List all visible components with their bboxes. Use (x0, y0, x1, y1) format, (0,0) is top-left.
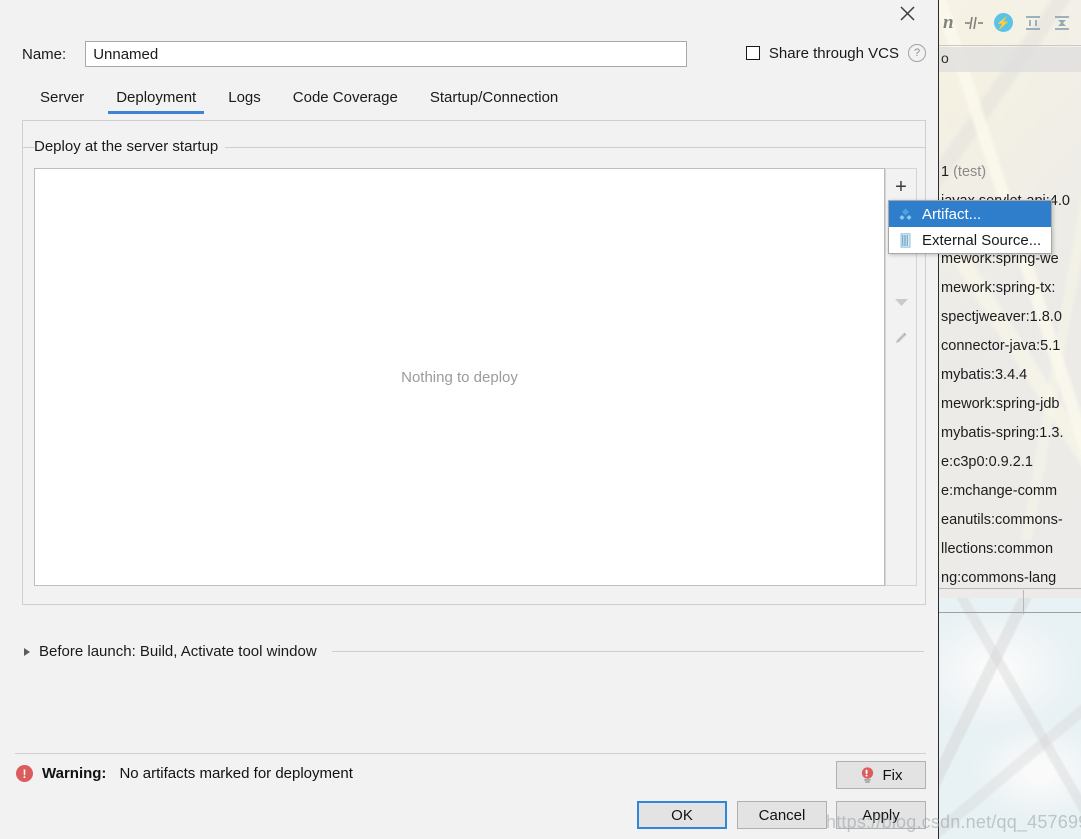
deployment-list[interactable]: Nothing to deploy (34, 168, 885, 586)
ide-top-text: o (941, 50, 949, 66)
ide-dependency-text: connector-java:5.1 (941, 338, 1061, 354)
lightning-bolt-icon[interactable]: ⚡ (993, 13, 1013, 32)
edit-button[interactable] (886, 323, 916, 355)
share-through-vcs-checkbox[interactable] (745, 46, 760, 60)
share-through-vcs-row: Share through VCS ? (745, 44, 926, 62)
menu-item-external-source[interactable]: External Source... (889, 227, 1051, 253)
ide-dependency-row: eanutils:commons- (941, 506, 1081, 535)
tab-logs[interactable]: Logs (212, 89, 277, 114)
add-popup-menu: Artifact... External Source... (888, 200, 1052, 254)
ide-dependency-row: mybatis-spring:1.3. (941, 419, 1081, 448)
ide-dependency-text: e:c3p0:0.9.2.1 (941, 454, 1033, 470)
tab-bar: Server Deployment Logs Code Coverage Startup… (24, 84, 574, 114)
ok-button-label: OK (671, 806, 693, 824)
cancel-button-label: Cancel (758, 806, 806, 824)
italic-n-icon[interactable]: n (943, 12, 954, 34)
ide-dependency-text: ng:commons-lang (941, 570, 1057, 586)
ide-dependency-row: spectjweaver:1.8.0 (941, 303, 1081, 332)
before-launch-label[interactable]: Before launch: Build, Activate tool wind… (39, 643, 317, 660)
fix-button[interactable]: Fix (836, 761, 926, 789)
split-icon[interactable] (964, 15, 984, 31)
pencil-icon (893, 330, 909, 349)
ide-dependency-scope: (test) (953, 164, 987, 180)
ide-dependency-row: e:mchange-comm (941, 477, 1081, 506)
ide-dependency-row: mework:spring-tx: (941, 274, 1081, 303)
menu-item-artifact[interactable]: Artifact... (889, 201, 1051, 227)
ide-background-panel: n ⚡ o 1 (test)javax.servlet-api:4.0ard:1… (938, 0, 1081, 839)
fix-button-label: Fix (882, 766, 903, 784)
ide-separator-1 (939, 588, 1081, 589)
add-button[interactable]: + (886, 171, 916, 203)
ide-dependency-row: mework:spring-jdb (941, 390, 1081, 419)
tab-server[interactable]: Server (24, 89, 100, 114)
ide-dependency-text: mework:spring-tx: (941, 280, 1056, 296)
ide-toolbar: n ⚡ (939, 0, 1081, 46)
ide-dependency-text: spectjweaver:1.8.0 (941, 309, 1062, 325)
menu-item-label: Artifact... (922, 205, 982, 223)
chevron-right-icon[interactable] (24, 647, 30, 656)
help-icon[interactable]: ? (908, 44, 926, 62)
tab-startup-connection[interactable]: Startup/Connection (414, 89, 574, 114)
collapse-rows-icon[interactable] (1053, 15, 1071, 31)
deployment-empty-text: Nothing to deploy (401, 368, 518, 386)
ide-separator-2 (939, 612, 1081, 613)
warning-row: ! Warning: No artifacts marked for deplo… (16, 765, 353, 782)
ide-highlighted-row (939, 47, 1081, 72)
ide-dependency-text: 1 (941, 164, 954, 180)
bottom-divider (15, 753, 926, 754)
ide-dependency-row: 1 (test) (941, 158, 1081, 187)
before-launch-divider (331, 651, 924, 652)
artifact-icon (897, 206, 913, 222)
lightbulb-error-icon (860, 766, 875, 784)
name-label: Name: (22, 45, 67, 63)
tab-label: Logs (228, 89, 261, 106)
ide-dependency-text: mybatis:3.4.4 (941, 367, 1028, 383)
warning-message: No artifacts marked for deployment (119, 765, 353, 782)
tab-deployment[interactable]: Deployment (100, 89, 212, 114)
tab-label: Code Coverage (292, 89, 398, 106)
warning-title: Warning: (42, 765, 107, 782)
tab-label: Startup/Connection (429, 89, 559, 106)
move-down-button[interactable] (886, 286, 916, 318)
run-debug-configurations-dialog: Name: Share through VCS ? Server Deployme… (0, 0, 1052, 839)
tab-label: Deployment (116, 89, 197, 106)
expand-rows-icon[interactable] (1023, 15, 1043, 31)
external-source-icon (897, 232, 913, 248)
menu-item-label: External Source... (922, 231, 1042, 249)
ide-dependency-row: llections:common (941, 535, 1081, 564)
name-row: Name: (22, 41, 688, 67)
ide-dependency-row: connector-java:5.1 (941, 332, 1081, 361)
ide-dependency-text: llections:common (941, 541, 1054, 557)
warning-icon: ! (16, 765, 33, 782)
share-through-vcs-label[interactable]: Share through VCS (769, 45, 899, 62)
cancel-button[interactable]: Cancel (737, 801, 827, 829)
ide-dependency-row: mybatis:3.4.4 (941, 361, 1081, 390)
chevron-down-icon (894, 294, 909, 310)
tab-label: Server (40, 89, 85, 106)
ide-dependency-text: mybatis-spring:1.3. (941, 425, 1064, 441)
ide-column-divider (1023, 590, 1024, 614)
close-icon[interactable] (889, 0, 925, 26)
ide-dependency-text: eanutils:commons- (941, 512, 1063, 528)
ide-dependency-text: e:mchange-comm (941, 483, 1058, 499)
apply-button-label: Apply (862, 806, 900, 824)
deploy-group-title: Deploy at the server startup (34, 138, 226, 155)
before-launch-row: Before launch: Build, Activate tool wind… (24, 643, 924, 660)
name-input[interactable] (85, 41, 688, 67)
ide-dependency-row: e:c3p0:0.9.2.1 (941, 448, 1081, 477)
plus-icon: + (895, 176, 907, 198)
apply-button[interactable]: Apply (836, 801, 926, 829)
tab-code-coverage[interactable]: Code Coverage (277, 89, 414, 114)
ide-dependency-text: mework:spring-jdb (941, 396, 1060, 412)
ok-button[interactable]: OK (637, 801, 727, 829)
